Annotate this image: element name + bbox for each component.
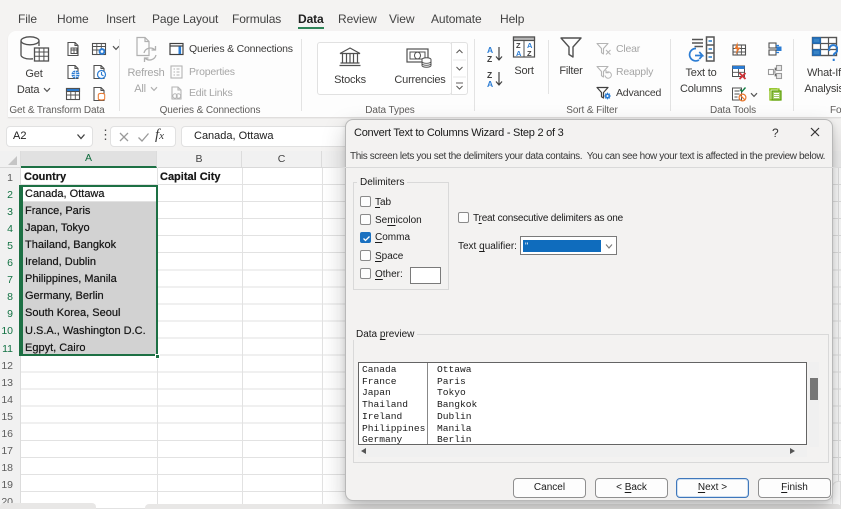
svg-text:Z: Z	[527, 49, 532, 58]
svg-text:Z: Z	[487, 54, 492, 63]
svg-text:A: A	[516, 49, 522, 58]
svg-text:A: A	[487, 79, 493, 88]
